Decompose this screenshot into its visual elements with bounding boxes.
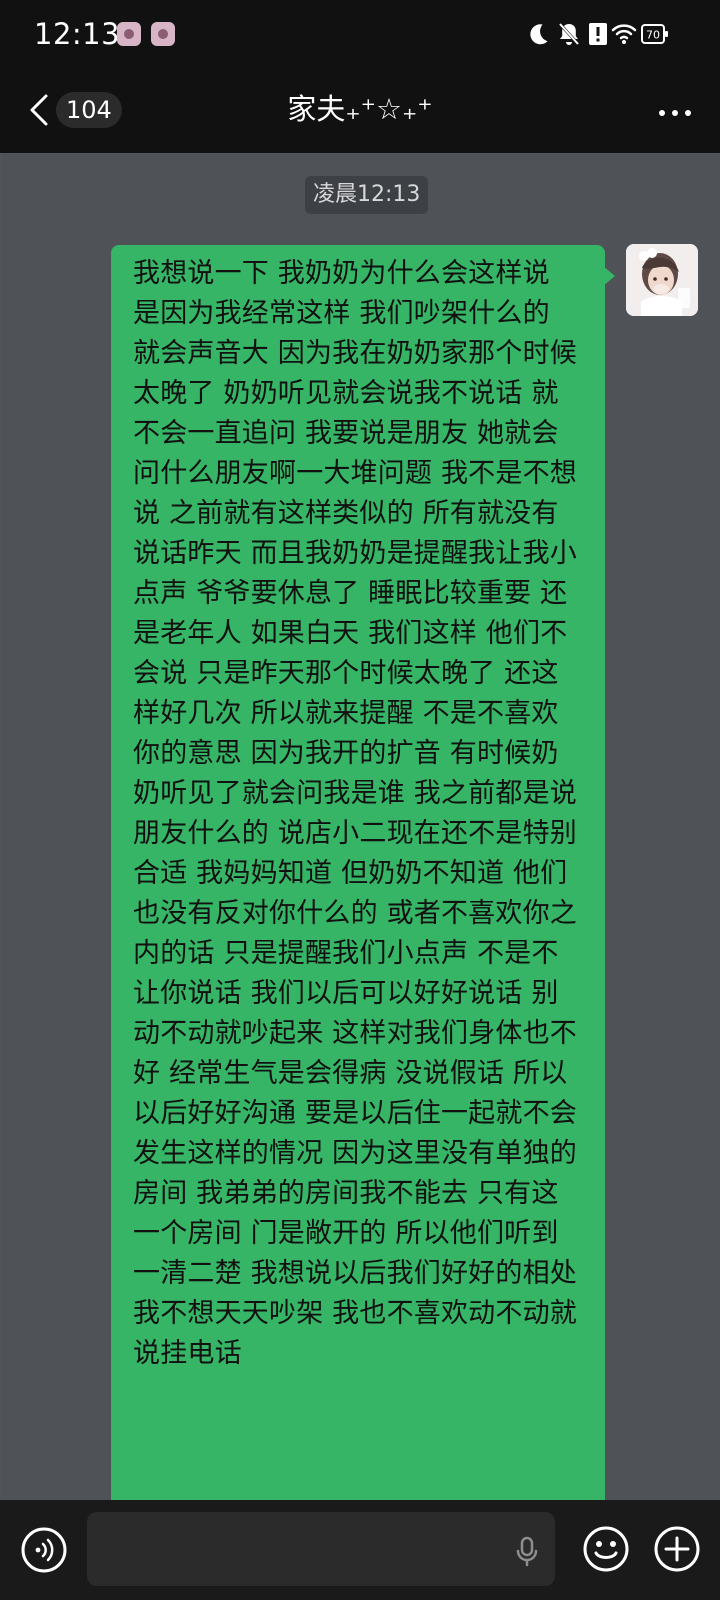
notification-app-icon — [117, 22, 141, 46]
status-time: 12:13 — [34, 17, 121, 51]
chat-area[interactable]: 凌晨12:13 我想说一下 我奶奶为什么会这样说 是因为我经常这样 我们吵架什么… — [0, 153, 720, 1500]
chat-title: 家夫₊⁺☆₊⁺ — [287, 92, 433, 126]
input-bar — [0, 1500, 720, 1600]
wifi-icon — [611, 24, 637, 44]
alert-icon — [589, 23, 607, 45]
battery-level: 70 — [646, 29, 660, 42]
more-dots-icon[interactable] — [658, 109, 692, 117]
status-bar: 12:13 70 — [0, 0, 720, 70]
bubble-tail — [603, 266, 615, 286]
mute-bell-icon — [558, 22, 580, 46]
message-bubble[interactable]: 我想说一下 我奶奶为什么会这样说 是因为我经常这样 我们吵架什么的 就会声音大 … — [111, 245, 605, 1500]
smiley-icon[interactable] — [581, 1524, 631, 1574]
message-text: 我想说一下 我奶奶为什么会这样说 是因为我经常这样 我们吵架什么的 就会声音大 … — [133, 258, 577, 1369]
battery-icon: 70 — [641, 22, 669, 46]
chat-header: 104 家夫₊⁺☆₊⁺ — [0, 70, 720, 153]
plus-circle-icon[interactable] — [652, 1524, 702, 1574]
voice-wave-icon[interactable] — [20, 1526, 68, 1574]
avatar[interactable] — [626, 244, 698, 316]
moon-icon — [530, 24, 548, 45]
notification-app-icon — [151, 22, 175, 46]
message-input[interactable] — [87, 1512, 555, 1586]
microphone-icon[interactable] — [515, 1536, 539, 1568]
message-timestamp: 凌晨12:13 — [305, 176, 429, 214]
